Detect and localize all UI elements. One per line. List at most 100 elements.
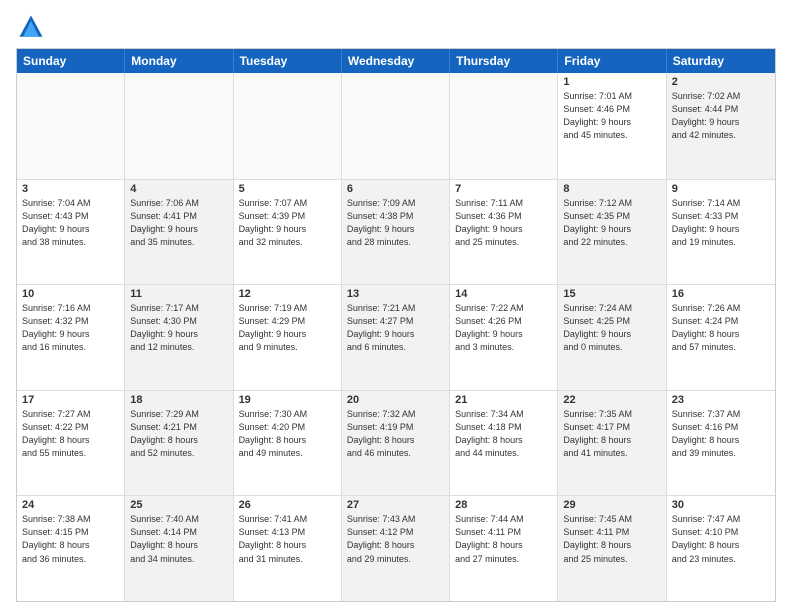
day-number: 7: [455, 183, 552, 195]
day-number: 17: [22, 394, 119, 406]
day-info: Sunrise: 7:17 AM Sunset: 4:30 PM Dayligh…: [130, 302, 227, 354]
day-number: 4: [130, 183, 227, 195]
logo: [16, 12, 50, 42]
day-number: 21: [455, 394, 552, 406]
day-number: 1: [563, 76, 660, 88]
day-info: Sunrise: 7:11 AM Sunset: 4:36 PM Dayligh…: [455, 197, 552, 249]
day-info: Sunrise: 7:41 AM Sunset: 4:13 PM Dayligh…: [239, 513, 336, 565]
weekday-header-thursday: Thursday: [450, 49, 558, 73]
empty-cell: [17, 73, 125, 179]
day-number: 2: [672, 76, 770, 88]
day-cell-21: 21 Sunrise: 7:34 AM Sunset: 4:18 PM Dayli…: [450, 391, 558, 496]
page: SundayMondayTuesdayWednesdayThursdayFrid…: [0, 0, 792, 612]
day-cell-22: 22 Sunrise: 7:35 AM Sunset: 4:17 PM Dayli…: [558, 391, 666, 496]
day-cell-17: 17 Sunrise: 7:27 AM Sunset: 4:22 PM Dayli…: [17, 391, 125, 496]
day-cell-11: 11 Sunrise: 7:17 AM Sunset: 4:30 PM Dayli…: [125, 285, 233, 390]
day-number: 19: [239, 394, 336, 406]
day-number: 16: [672, 288, 770, 300]
day-cell-29: 29 Sunrise: 7:45 AM Sunset: 4:11 PM Dayli…: [558, 496, 666, 601]
day-cell-10: 10Sunrise: 7:16 AM Sunset: 4:32 PM Dayli…: [17, 285, 125, 390]
day-number: 27: [347, 499, 444, 511]
day-number: 11: [130, 288, 227, 300]
day-info: Sunrise: 7:02 AM Sunset: 4:44 PM Dayligh…: [672, 90, 770, 142]
day-info: Sunrise: 7:12 AM Sunset: 4:35 PM Dayligh…: [563, 197, 660, 249]
day-info: Sunrise: 7:09 AM Sunset: 4:38 PM Dayligh…: [347, 197, 444, 249]
day-cell-18: 18 Sunrise: 7:29 AM Sunset: 4:21 PM Dayli…: [125, 391, 233, 496]
day-number: 14: [455, 288, 552, 300]
day-info: Sunrise: 7:34 AM Sunset: 4:18 PM Dayligh…: [455, 408, 552, 460]
empty-cell: [342, 73, 450, 179]
day-cell-16: 16 Sunrise: 7:26 AM Sunset: 4:24 PM Dayli…: [667, 285, 775, 390]
day-info: Sunrise: 7:14 AM Sunset: 4:33 PM Dayligh…: [672, 197, 770, 249]
calendar-row-1: 1Sunrise: 7:01 AM Sunset: 4:46 PM Daylig…: [17, 73, 775, 179]
day-info: Sunrise: 7:06 AM Sunset: 4:41 PM Dayligh…: [130, 197, 227, 249]
weekday-header-sunday: Sunday: [17, 49, 125, 73]
day-cell-27: 27 Sunrise: 7:43 AM Sunset: 4:12 PM Dayli…: [342, 496, 450, 601]
day-number: 20: [347, 394, 444, 406]
day-number: 9: [672, 183, 770, 195]
weekday-header-friday: Friday: [558, 49, 666, 73]
day-info: Sunrise: 7:37 AM Sunset: 4:16 PM Dayligh…: [672, 408, 770, 460]
day-cell-8: 8Sunrise: 7:12 AM Sunset: 4:35 PM Daylig…: [558, 180, 666, 285]
day-cell-28: 28 Sunrise: 7:44 AM Sunset: 4:11 PM Dayli…: [450, 496, 558, 601]
day-cell-20: 20Sunrise: 7:32 AM Sunset: 4:19 PM Dayli…: [342, 391, 450, 496]
day-cell-12: 12Sunrise: 7:19 AM Sunset: 4:29 PM Dayli…: [234, 285, 342, 390]
day-number: 13: [347, 288, 444, 300]
day-cell-1: 1Sunrise: 7:01 AM Sunset: 4:46 PM Daylig…: [558, 73, 666, 179]
day-number: 26: [239, 499, 336, 511]
day-cell-23: 23Sunrise: 7:37 AM Sunset: 4:16 PM Dayli…: [667, 391, 775, 496]
logo-icon: [16, 12, 46, 42]
empty-cell: [234, 73, 342, 179]
day-info: Sunrise: 7:40 AM Sunset: 4:14 PM Dayligh…: [130, 513, 227, 565]
day-info: Sunrise: 7:26 AM Sunset: 4:24 PM Dayligh…: [672, 302, 770, 354]
day-number: 6: [347, 183, 444, 195]
day-number: 22: [563, 394, 660, 406]
day-info: Sunrise: 7:21 AM Sunset: 4:27 PM Dayligh…: [347, 302, 444, 354]
empty-cell: [125, 73, 233, 179]
day-cell-26: 26 Sunrise: 7:41 AM Sunset: 4:13 PM Dayli…: [234, 496, 342, 601]
day-info: Sunrise: 7:30 AM Sunset: 4:20 PM Dayligh…: [239, 408, 336, 460]
calendar-row-5: 24 Sunrise: 7:38 AM Sunset: 4:15 PM Dayli…: [17, 495, 775, 601]
day-number: 18: [130, 394, 227, 406]
day-number: 5: [239, 183, 336, 195]
day-info: Sunrise: 7:19 AM Sunset: 4:29 PM Dayligh…: [239, 302, 336, 354]
day-cell-9: 9 Sunrise: 7:14 AM Sunset: 4:33 PM Daylig…: [667, 180, 775, 285]
weekday-header-wednesday: Wednesday: [342, 49, 450, 73]
day-info: Sunrise: 7:16 AM Sunset: 4:32 PM Dayligh…: [22, 302, 119, 354]
day-info: Sunrise: 7:27 AM Sunset: 4:22 PM Dayligh…: [22, 408, 119, 460]
day-number: 15: [563, 288, 660, 300]
weekday-header-saturday: Saturday: [667, 49, 775, 73]
day-cell-25: 25 Sunrise: 7:40 AM Sunset: 4:14 PM Dayli…: [125, 496, 233, 601]
calendar-body: 1Sunrise: 7:01 AM Sunset: 4:46 PM Daylig…: [17, 73, 775, 601]
weekday-header-monday: Monday: [125, 49, 233, 73]
calendar: SundayMondayTuesdayWednesdayThursdayFrid…: [16, 48, 776, 602]
day-number: 29: [563, 499, 660, 511]
day-info: Sunrise: 7:07 AM Sunset: 4:39 PM Dayligh…: [239, 197, 336, 249]
calendar-row-4: 17 Sunrise: 7:27 AM Sunset: 4:22 PM Dayli…: [17, 390, 775, 496]
day-info: Sunrise: 7:04 AM Sunset: 4:43 PM Dayligh…: [22, 197, 119, 249]
day-number: 3: [22, 183, 119, 195]
day-cell-2: 2 Sunrise: 7:02 AM Sunset: 4:44 PM Daylig…: [667, 73, 775, 179]
day-cell-19: 19 Sunrise: 7:30 AM Sunset: 4:20 PM Dayli…: [234, 391, 342, 496]
calendar-row-2: 3 Sunrise: 7:04 AM Sunset: 4:43 PM Daylig…: [17, 179, 775, 285]
day-number: 24: [22, 499, 119, 511]
day-number: 25: [130, 499, 227, 511]
day-info: Sunrise: 7:35 AM Sunset: 4:17 PM Dayligh…: [563, 408, 660, 460]
day-cell-5: 5 Sunrise: 7:07 AM Sunset: 4:39 PM Daylig…: [234, 180, 342, 285]
day-info: Sunrise: 7:43 AM Sunset: 4:12 PM Dayligh…: [347, 513, 444, 565]
calendar-header: SundayMondayTuesdayWednesdayThursdayFrid…: [17, 49, 775, 73]
day-cell-15: 15Sunrise: 7:24 AM Sunset: 4:25 PM Dayli…: [558, 285, 666, 390]
day-info: Sunrise: 7:29 AM Sunset: 4:21 PM Dayligh…: [130, 408, 227, 460]
weekday-header-tuesday: Tuesday: [234, 49, 342, 73]
day-cell-13: 13 Sunrise: 7:21 AM Sunset: 4:27 PM Dayli…: [342, 285, 450, 390]
header: [16, 12, 776, 42]
day-cell-6: 6 Sunrise: 7:09 AM Sunset: 4:38 PM Daylig…: [342, 180, 450, 285]
day-info: Sunrise: 7:45 AM Sunset: 4:11 PM Dayligh…: [563, 513, 660, 565]
day-cell-3: 3 Sunrise: 7:04 AM Sunset: 4:43 PM Daylig…: [17, 180, 125, 285]
day-info: Sunrise: 7:44 AM Sunset: 4:11 PM Dayligh…: [455, 513, 552, 565]
day-info: Sunrise: 7:22 AM Sunset: 4:26 PM Dayligh…: [455, 302, 552, 354]
day-cell-24: 24 Sunrise: 7:38 AM Sunset: 4:15 PM Dayli…: [17, 496, 125, 601]
day-info: Sunrise: 7:38 AM Sunset: 4:15 PM Dayligh…: [22, 513, 119, 565]
empty-cell: [450, 73, 558, 179]
day-number: 28: [455, 499, 552, 511]
